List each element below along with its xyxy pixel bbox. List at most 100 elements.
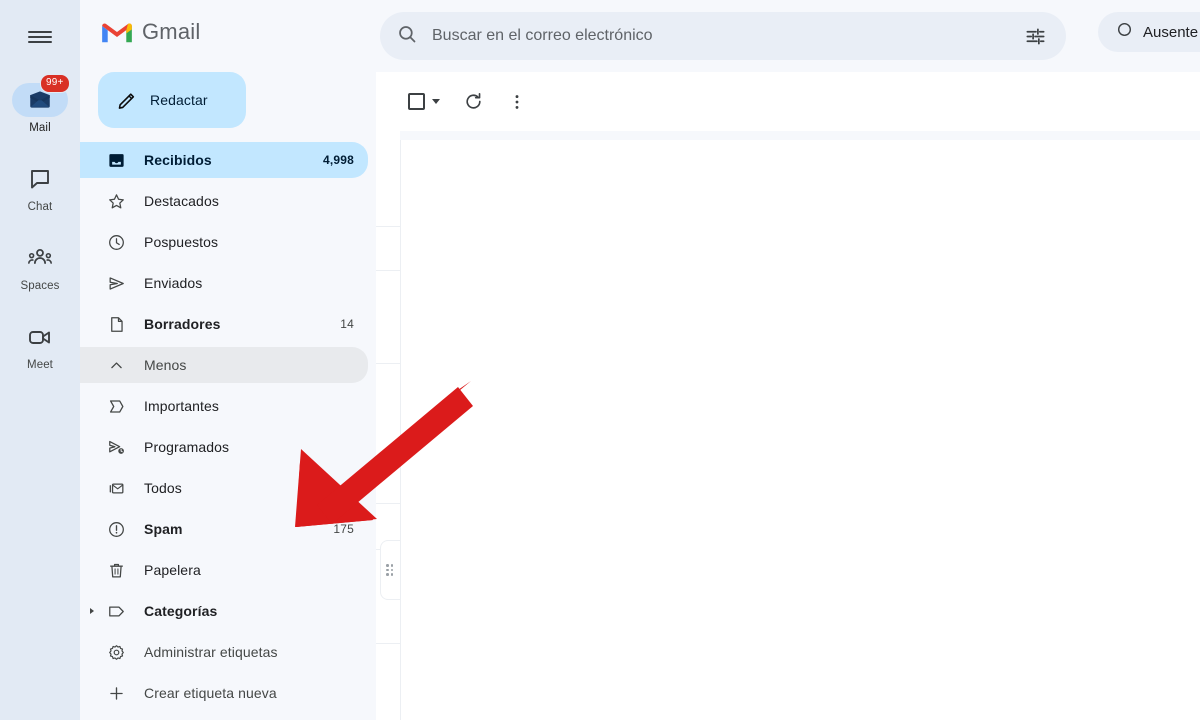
rail-item-mail[interactable]: 99+ Mail [0,74,80,134]
list-row-separator [376,643,400,644]
chevron-up-icon [106,355,126,375]
mail-unread-badge: 99+ [40,74,70,93]
sidebar-item-programados[interactable]: Programados [80,429,368,465]
sidebar-nav-list: Recibidos 4,998 Destacados Pospuestos En… [80,142,376,711]
sidebar-label-recibidos: Recibidos [144,152,212,168]
pencil-compose-icon [118,93,135,109]
rail-meet-icon-wrap [12,320,68,354]
sidebar-label-papelera: Papelera [144,562,201,578]
sidebar-count-recibidos: 4,998 [322,153,354,167]
sidebar-item-pospuestos[interactable]: Pospuestos [80,224,368,260]
spaces-people-icon [28,249,52,264]
star-icon [106,191,126,211]
rail-item-label-chat: Chat [27,201,53,213]
refresh-button[interactable] [454,83,492,121]
search-magnifier-icon [396,23,418,50]
compose-button-label: Redactar [150,92,208,108]
sidebar-item-importantes[interactable]: Importantes [80,388,368,424]
mail-list-collapsed-strip[interactable] [376,131,400,720]
draft-document-icon [106,314,126,334]
mail-sidebar: Gmail Redactar Recibidos 4,998 Destacado… [80,0,376,720]
list-row-separator [376,270,400,271]
drag-grip-dots-icon [386,564,395,576]
sidebar-item-borradores[interactable]: Borradores 14 [80,306,368,342]
sidebar-item-crear-etiqueta-nueva[interactable]: Crear etiqueta nueva [80,675,368,711]
settings-gear-icon [106,642,126,662]
meet-video-camera-icon [29,331,50,344]
sidebar-item-todos[interactable]: Todos [80,470,368,506]
list-row-separator [376,503,400,504]
gmail-m-logo-icon [102,23,132,43]
spam-alert-icon [106,519,126,539]
gmail-app-window: 99+ Mail Chat Spaces Meet Gmail Redactar… [0,0,1200,720]
rail-app-list: 99+ Mail Chat Spaces Meet [0,74,80,399]
gmail-brand[interactable]: Gmail [80,0,376,64]
search-bar[interactable] [380,12,1066,60]
sidebar-item-menos-toggle[interactable]: Menos [80,347,368,383]
status-chip-away[interactable]: Ausente [1098,12,1200,52]
sidebar-item-spam[interactable]: Spam 175 [80,511,368,547]
sidebar-label-categorias: Categorías [144,603,218,619]
chat-bubble-icon [31,170,49,189]
refresh-icon [465,92,481,109]
sidebar-label-pospuestos: Pospuestos [144,234,219,250]
list-row-separator [376,226,400,227]
compose-button[interactable]: Redactar [98,72,246,128]
sidebar-label-enviados: Enviados [144,275,203,291]
inbox-icon [106,150,126,170]
important-chevron-icon [106,396,126,416]
sidebar-label-importantes: Importantes [144,398,220,414]
rail-item-label-meet: Meet [27,359,53,371]
mail-list-toolbar [376,72,1200,131]
hamburger-menu-icon [28,28,52,46]
rail-item-meet[interactable]: Meet [0,320,80,371]
sidebar-label-crear-etiqueta-nueva: Crear etiqueta nueva [144,685,277,701]
rail-chat-icon-wrap [12,162,68,196]
plus-icon [106,683,126,703]
more-options-button[interactable] [498,83,536,121]
sidebar-item-administrar-etiquetas[interactable]: Administrar etiquetas [80,634,368,670]
rail-spaces-icon-wrap [12,241,68,275]
all-mail-archive-icon [106,478,126,498]
rail-item-label-mail: Mail [29,122,51,134]
label-tag-icon [106,601,126,621]
sidebar-item-destacados[interactable]: Destacados [80,183,368,219]
rail-item-label-spaces: Spaces [20,280,60,292]
scheduled-send-icon [106,437,126,457]
sidebar-item-recibidos[interactable]: Recibidos 4,998 [80,142,368,178]
sidebar-label-borradores: Borradores [144,316,221,332]
search-input[interactable] [432,27,1020,45]
sidebar-label-menos: Menos [144,357,187,373]
search-options-filter-icon[interactable] [1020,21,1050,51]
expand-caret-icon[interactable] [90,608,94,614]
sidebar-item-enviados[interactable]: Enviados [80,265,368,301]
sidebar-count-borradores: 14 [340,317,354,331]
sidebar-count-spam: 175 [333,522,354,536]
status-chip-label: Ausente [1143,23,1199,41]
status-away-circle-icon [1116,21,1133,43]
sidebar-item-papelera[interactable]: Papelera [80,552,368,588]
gmail-wordmark: Gmail [142,19,201,44]
trash-icon [106,560,126,580]
rail-item-spaces[interactable]: Spaces [0,241,80,292]
pane-resize-drag-handle[interactable] [380,540,400,600]
list-row-separator [376,363,400,364]
select-all-checkbox-icon[interactable] [408,93,425,110]
sidebar-label-destacados: Destacados [144,193,219,209]
top-bar: Ausente [376,0,1200,72]
reading-pane [400,140,1200,720]
sidebar-label-administrar-etiquetas: Administrar etiquetas [144,644,278,660]
rail-mail-icon-wrap: 99+ [12,74,70,117]
more-vertical-kebab-icon [515,94,519,109]
hamburger-menu-button[interactable] [16,13,64,61]
clock-snooze-icon [106,232,126,252]
sidebar-label-todos: Todos [144,480,182,496]
sidebar-label-spam: Spam [144,521,183,537]
app-rail: 99+ Mail Chat Spaces Meet [0,0,80,720]
sidebar-label-programados: Programados [144,439,230,455]
sidebar-item-categorias[interactable]: Categorías [80,593,368,629]
chevron-down-icon[interactable] [432,99,440,104]
rail-item-chat[interactable]: Chat [0,162,80,213]
select-all-control[interactable] [398,83,448,121]
list-row-separator [376,456,400,457]
